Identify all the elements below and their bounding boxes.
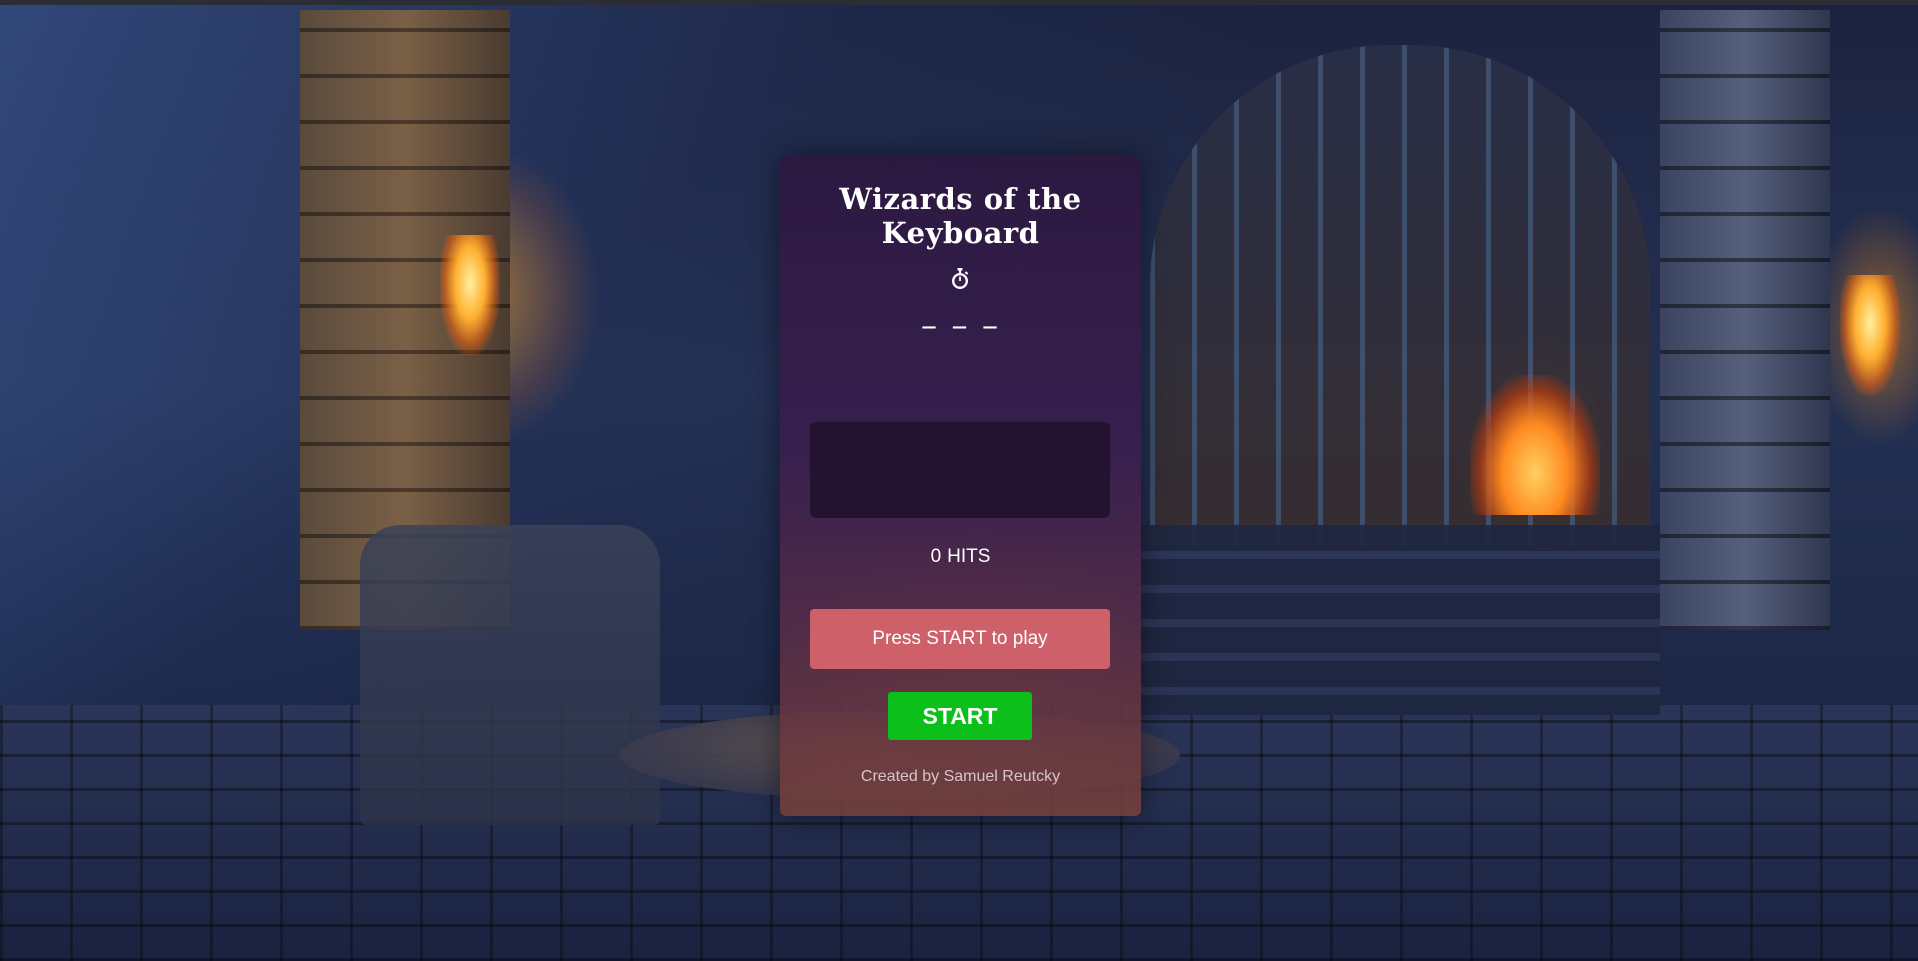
fireplace-fire [1470,375,1600,515]
word-display [810,422,1110,518]
right-stone-pillar [1660,10,1830,630]
stopwatch-icon [952,268,969,289]
hits-count: 0 [930,546,942,567]
wooden-chair [360,525,660,825]
hits-label: HITS [947,546,991,567]
timer-display: _ _ _ [922,304,999,329]
start-button[interactable]: START [888,692,1032,740]
left-torch [440,235,500,355]
right-torch [1840,275,1900,395]
hits-counter: 0 HITS [780,546,1141,568]
stone-stairs [1140,525,1660,715]
game-panel: Wizards of the Keyboard _ _ _ 0 HITS Pres… [780,156,1141,816]
status-message: Press START to play [810,609,1110,669]
game-title: Wizards of the Keyboard [839,182,1082,250]
credit-text: Created by Samuel Reutcky [860,768,1061,785]
